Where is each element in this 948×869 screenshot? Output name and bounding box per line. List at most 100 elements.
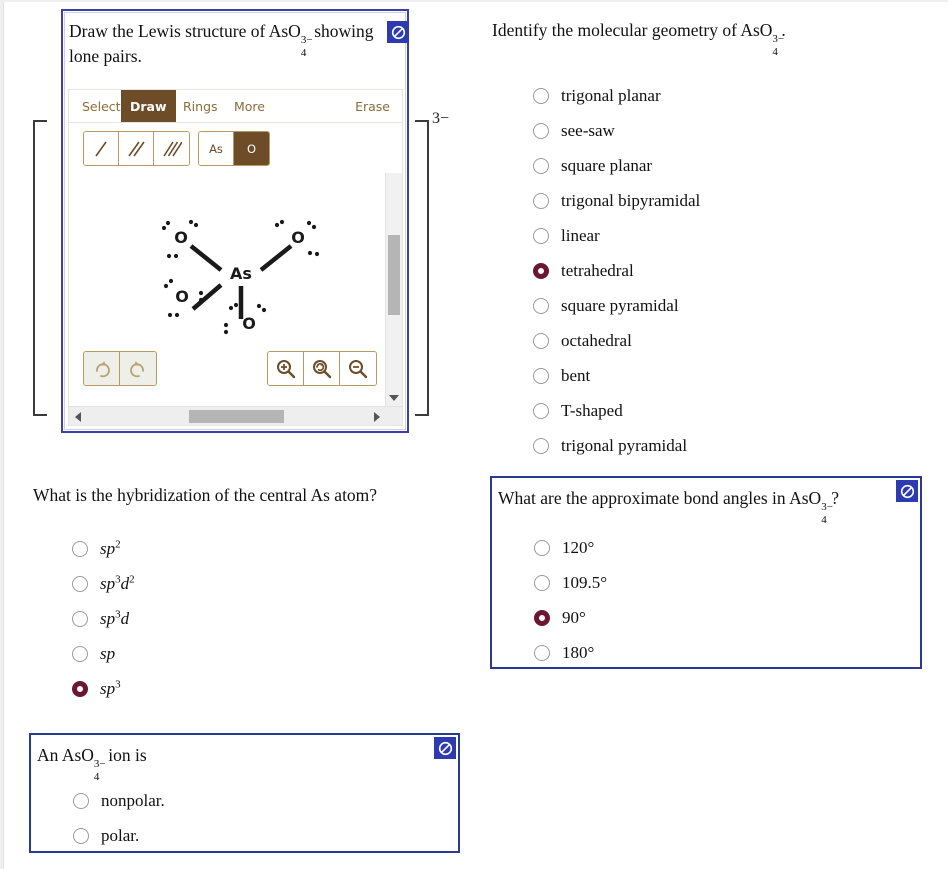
lewis-formula-base: AsO (268, 21, 301, 41)
bond-type-group (83, 131, 190, 166)
radio-button-selected[interactable] (534, 609, 550, 626)
geometry-option-square-planar[interactable]: square planar (533, 148, 700, 183)
radio-button[interactable] (533, 332, 549, 349)
radio-button[interactable] (72, 575, 88, 592)
lewis-structure-panel: Draw the Lewis structure of AsO 3− 4 showi… (61, 9, 409, 433)
geometry-option-trigonal-planar[interactable]: trigonal planar (533, 78, 700, 113)
radio-button[interactable] (73, 792, 89, 809)
atom-type-group: As O (198, 131, 270, 166)
radio-button[interactable] (534, 574, 550, 591)
polarity-option-list: nonpolar. polar. (73, 783, 165, 853)
option-label: polar. (101, 825, 140, 845)
bond-angle-option-90[interactable]: 90° (534, 600, 607, 635)
drawing-canvas[interactable]: As O O O O (68, 173, 403, 426)
page-left-edge (0, 0, 4, 869)
polarity-option-polar[interactable]: polar. (73, 818, 165, 853)
geometry-option-trigonal-pyramidal[interactable]: trigonal pyramidal (533, 428, 700, 463)
redo-icon[interactable] (84, 352, 120, 385)
polarity-title-prefix: An (37, 745, 62, 765)
option-label: 180° (562, 642, 595, 662)
single-bond-icon[interactable] (84, 132, 119, 165)
zoom-reset-icon[interactable] (304, 352, 340, 385)
lewis-prompt: Draw the Lewis structure of AsO 3− 4 showi… (69, 21, 374, 66)
scroll-right-arrow-icon[interactable] (368, 407, 385, 425)
geometry-option-bent[interactable]: bent (533, 358, 700, 393)
geometry-option-octahedral[interactable]: octahedral (533, 323, 700, 358)
hybridization-question-panel: What is the hybridization of the central… (33, 483, 463, 703)
radio-button[interactable] (533, 437, 549, 454)
no-entry-icon[interactable] (434, 737, 456, 759)
editor-tab-more[interactable]: More (225, 90, 274, 124)
hybridization-option-sp3d2[interactable]: sp3d2 (72, 566, 135, 601)
radio-button[interactable] (73, 827, 89, 844)
geometry-option-t-shaped[interactable]: T-shaped (533, 393, 700, 428)
radio-button[interactable] (533, 122, 549, 139)
geometry-option-square-pyramidal[interactable]: square pyramidal (533, 288, 700, 323)
geometry-title-prefix: Identify the molecular geometry of (492, 20, 741, 40)
atom-button-o[interactable]: O (234, 132, 269, 165)
geometry-question-title: Identify the molecular geometry of AsO 3−… (492, 20, 786, 58)
bond-angle-option-109-5[interactable]: 109.5° (534, 565, 607, 600)
option-label: octahedral (561, 330, 632, 350)
geometry-option-trigonal-bipyramidal[interactable]: trigonal bipyramidal (533, 183, 700, 218)
atom-button-as[interactable]: As (199, 132, 234, 165)
bond-angle-option-120[interactable]: 120° (534, 530, 607, 565)
zoom-controls (267, 351, 377, 386)
molecule-editor[interactable]: Select Draw Rings More Erase As O As O O… (68, 89, 403, 426)
bond-angle-option-180[interactable]: 180° (534, 635, 607, 670)
radio-button[interactable] (533, 227, 549, 244)
scroll-down-arrow-icon[interactable] (386, 389, 402, 406)
radio-button[interactable] (533, 192, 549, 209)
radio-button[interactable] (533, 87, 549, 104)
radio-button[interactable] (72, 540, 88, 557)
hybridization-option-sp3d[interactable]: sp3d (72, 601, 135, 636)
atom-label-o-3: O (175, 287, 189, 306)
triple-bond-icon[interactable] (154, 132, 189, 165)
option-label: 90° (562, 607, 586, 627)
option-label: bent (561, 365, 591, 385)
atom-label-o-2: O (291, 228, 305, 247)
scroll-left-arrow-icon[interactable] (69, 407, 86, 425)
polarity-question-panel: An AsO 3− 4 ion is nonpolar. polar. (29, 733, 460, 853)
zoom-out-icon[interactable] (340, 352, 376, 385)
radio-button-selected[interactable] (72, 680, 88, 697)
editor-palette: As O (68, 122, 403, 174)
editor-tab-rings[interactable]: Rings (174, 90, 227, 124)
atom-label-as: As (230, 264, 252, 283)
radio-button[interactable] (533, 157, 549, 174)
radio-button[interactable] (534, 644, 550, 661)
geometry-option-list: trigonal planar see-saw square planar tr… (533, 78, 700, 463)
canvas-vertical-scroll-thumb[interactable] (388, 235, 400, 315)
radio-button-selected[interactable] (533, 262, 549, 279)
geometry-option-see-saw[interactable]: see-saw (533, 113, 700, 148)
hybridization-option-sp2[interactable]: sp2 (72, 531, 135, 566)
no-entry-icon[interactable] (387, 21, 409, 43)
ion-bracket-right (415, 120, 429, 416)
canvas-horizontal-scroll-thumb[interactable] (189, 410, 284, 423)
radio-button[interactable] (533, 367, 549, 384)
lewis-structure-drawing[interactable]: As O O O O (69, 173, 387, 406)
radio-button[interactable] (72, 610, 88, 627)
canvas-horizontal-scrollbar[interactable] (69, 406, 402, 425)
editor-tab-erase[interactable]: Erase (346, 90, 399, 124)
hybridization-option-sp[interactable]: sp (72, 636, 135, 671)
canvas-vertical-scrollbar[interactable] (385, 173, 402, 406)
radio-button[interactable] (533, 402, 549, 419)
option-label: square pyramidal (561, 295, 679, 315)
option-label: nonpolar. (101, 790, 165, 810)
bond-angles-option-list: 120° 109.5° 90° 180° (534, 530, 607, 670)
polarity-option-nonpolar[interactable]: nonpolar. (73, 783, 165, 818)
option-label: sp3 (100, 677, 121, 698)
undo-icon[interactable] (120, 352, 156, 385)
geometry-option-tetrahedral[interactable]: tetrahedral (533, 253, 700, 288)
option-label: square planar (561, 155, 653, 175)
no-entry-icon[interactable] (896, 480, 918, 502)
radio-button[interactable] (533, 297, 549, 314)
editor-tab-draw[interactable]: Draw (121, 90, 176, 124)
zoom-in-icon[interactable] (268, 352, 304, 385)
geometry-option-linear[interactable]: linear (533, 218, 700, 253)
hybridization-option-sp3[interactable]: sp3 (72, 671, 135, 706)
radio-button[interactable] (72, 645, 88, 662)
radio-button[interactable] (534, 539, 550, 556)
double-bond-icon[interactable] (119, 132, 154, 165)
